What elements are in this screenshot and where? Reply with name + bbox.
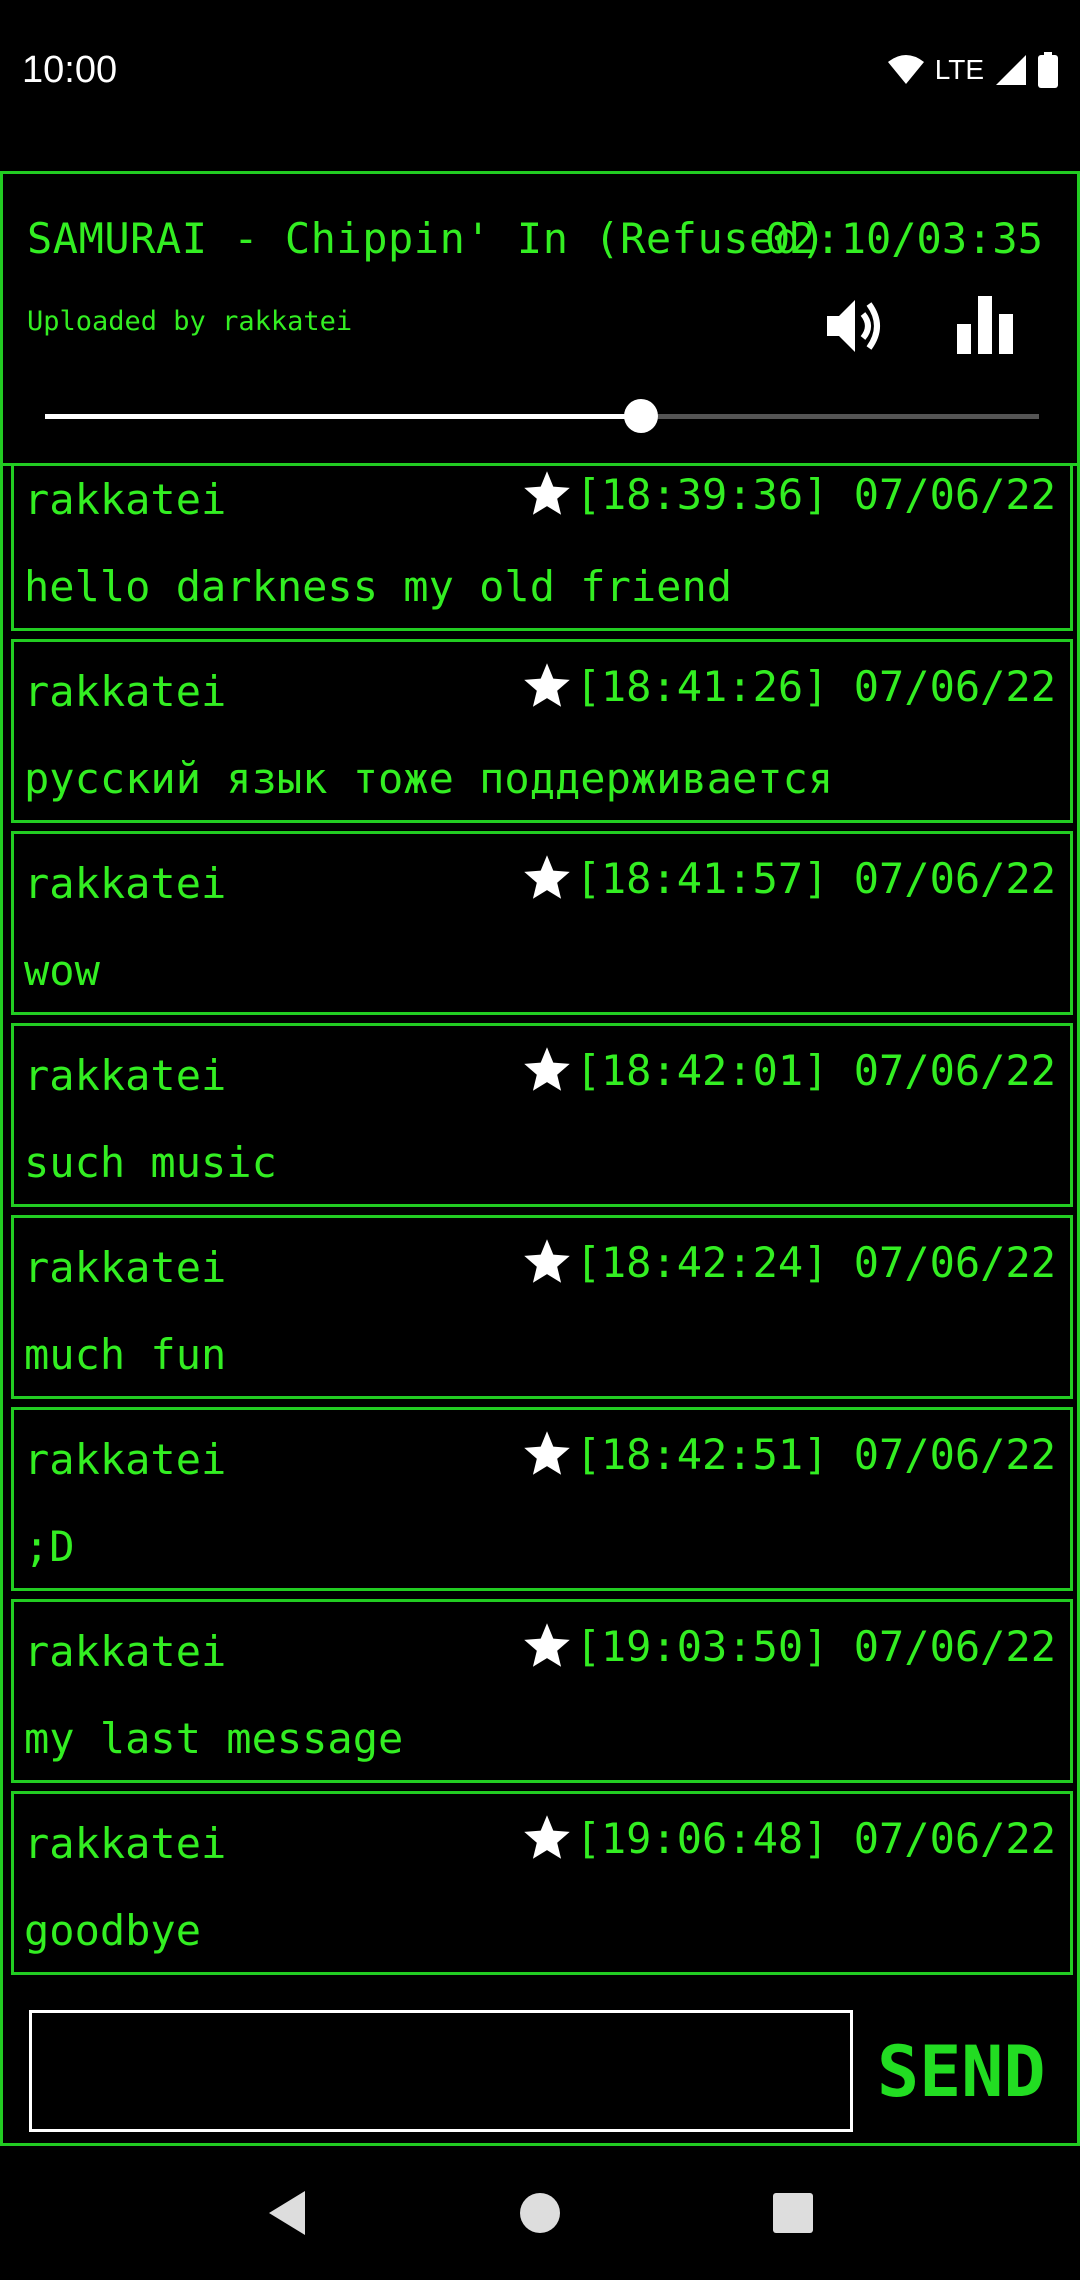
uploader-label: Uploaded by rakkatei — [27, 306, 353, 337]
message-list[interactable]: rakkatei [18:39:36] 07/06/22 hello darknes… — [3, 466, 1077, 2138]
message-timestamp: [18:42:24] 07/06/22 — [575, 1237, 1056, 1287]
star-icon[interactable] — [520, 1812, 574, 1864]
app-frame: SAMURAI - Chippin' In (Refused) 02:10/03… — [0, 171, 1080, 2146]
message-text: ;D — [24, 1522, 75, 1571]
message-timestamp-row: [18:42:01] 07/06/22 — [520, 1044, 1056, 1096]
player-panel: SAMURAI - Chippin' In (Refused) 02:10/03… — [3, 174, 1077, 466]
message-text: such music — [24, 1138, 277, 1187]
message-timestamp-row: [18:41:57] 07/06/22 — [520, 852, 1056, 904]
message-username[interactable]: rakkatei — [24, 475, 226, 524]
message-timestamp: [18:41:57] 07/06/22 — [575, 853, 1056, 903]
star-icon[interactable] — [520, 1236, 574, 1288]
message-timestamp: [19:03:50] 07/06/22 — [575, 1621, 1056, 1671]
message-username[interactable]: rakkatei — [24, 1435, 226, 1484]
seek-progress — [45, 414, 642, 419]
message-text: goodbye — [24, 1906, 202, 1955]
message-username[interactable]: rakkatei — [24, 667, 226, 716]
volume-icon[interactable] — [823, 294, 887, 358]
wifi-icon — [887, 55, 924, 84]
message-timestamp-row: [18:42:51] 07/06/22 — [520, 1428, 1056, 1480]
message-card[interactable]: rakkatei [18:42:51] 07/06/22 ;D — [11, 1407, 1073, 1591]
message-input[interactable] — [29, 2010, 853, 2132]
message-card[interactable]: rakkatei [19:06:48] 07/06/22 goodbye — [11, 1791, 1073, 1975]
message-username[interactable]: rakkatei — [24, 1051, 226, 1100]
seek-bar[interactable] — [45, 399, 1039, 433]
home-button[interactable] — [510, 2183, 570, 2243]
message-card[interactable]: rakkatei [18:42:24] 07/06/22 much fun — [11, 1215, 1073, 1399]
message-timestamp: [18:41:26] 07/06/22 — [575, 661, 1056, 711]
message-card[interactable]: rakkatei [18:39:36] 07/06/22 hello darknes… — [11, 466, 1073, 631]
message-timestamp-row: [19:06:48] 07/06/22 — [520, 1812, 1056, 1864]
message-timestamp-row: [19:03:50] 07/06/22 — [520, 1620, 1056, 1672]
message-text: русский язык тоже поддерживается — [24, 754, 834, 803]
message-card[interactable]: rakkatei [18:42:01] 07/06/22 such music — [11, 1023, 1073, 1207]
message-text: my last message — [24, 1714, 404, 1763]
message-timestamp: [19:06:48] 07/06/22 — [575, 1813, 1056, 1863]
star-icon[interactable] — [520, 660, 574, 712]
network-label: LTE — [934, 54, 984, 85]
message-timestamp-row: [18:42:24] 07/06/22 — [520, 1236, 1056, 1288]
equalizer-icon[interactable] — [955, 296, 1015, 354]
back-icon — [268, 2191, 305, 2235]
battery-icon — [1038, 52, 1058, 88]
message-text: hello darkness my old friend — [24, 562, 733, 611]
message-card[interactable]: rakkatei [18:41:57] 07/06/22 wow — [11, 831, 1073, 1015]
message-username[interactable]: rakkatei — [24, 1627, 226, 1676]
track-title: SAMURAI - Chippin' In (Refused) — [27, 214, 827, 263]
recents-button[interactable] — [763, 2183, 823, 2243]
recents-icon — [773, 2193, 814, 2233]
message-card[interactable]: rakkatei [19:03:50] 07/06/22 my last messa… — [11, 1599, 1073, 1783]
message-username[interactable]: rakkatei — [24, 859, 226, 908]
back-button[interactable] — [257, 2183, 317, 2243]
seek-thumb[interactable] — [624, 399, 659, 433]
composer: SEND — [3, 1992, 1077, 2142]
message-timestamp-row: [18:39:36] 07/06/22 — [520, 468, 1056, 520]
message-text: wow — [24, 946, 100, 995]
send-button[interactable]: SEND — [877, 2022, 1057, 2122]
message-timestamp: [18:39:36] 07/06/22 — [575, 469, 1056, 519]
signal-icon — [996, 55, 1026, 85]
status-time: 10:00 — [22, 48, 118, 91]
message-timestamp: [18:42:51] 07/06/22 — [575, 1429, 1056, 1479]
star-icon[interactable] — [520, 1428, 574, 1480]
track-time: 02:10/03:35 — [764, 214, 1043, 263]
message-username[interactable]: rakkatei — [24, 1243, 226, 1292]
message-text: much fun — [24, 1330, 227, 1379]
message-timestamp: [18:42:01] 07/06/22 — [575, 1045, 1056, 1095]
message-timestamp-row: [18:41:26] 07/06/22 — [520, 660, 1056, 712]
status-icons: LTE — [887, 52, 1058, 88]
star-icon[interactable] — [520, 1044, 574, 1096]
navigation-bar — [0, 2146, 1080, 2280]
message-username[interactable]: rakkatei — [24, 1819, 226, 1868]
star-icon[interactable] — [520, 468, 574, 520]
home-icon — [519, 2193, 560, 2233]
message-card[interactable]: rakkatei [18:41:26] 07/06/22 русский язык … — [11, 639, 1073, 823]
status-bar: 10:00 LTE — [0, 0, 1080, 140]
star-icon[interactable] — [520, 1620, 574, 1672]
star-icon[interactable] — [520, 852, 574, 904]
